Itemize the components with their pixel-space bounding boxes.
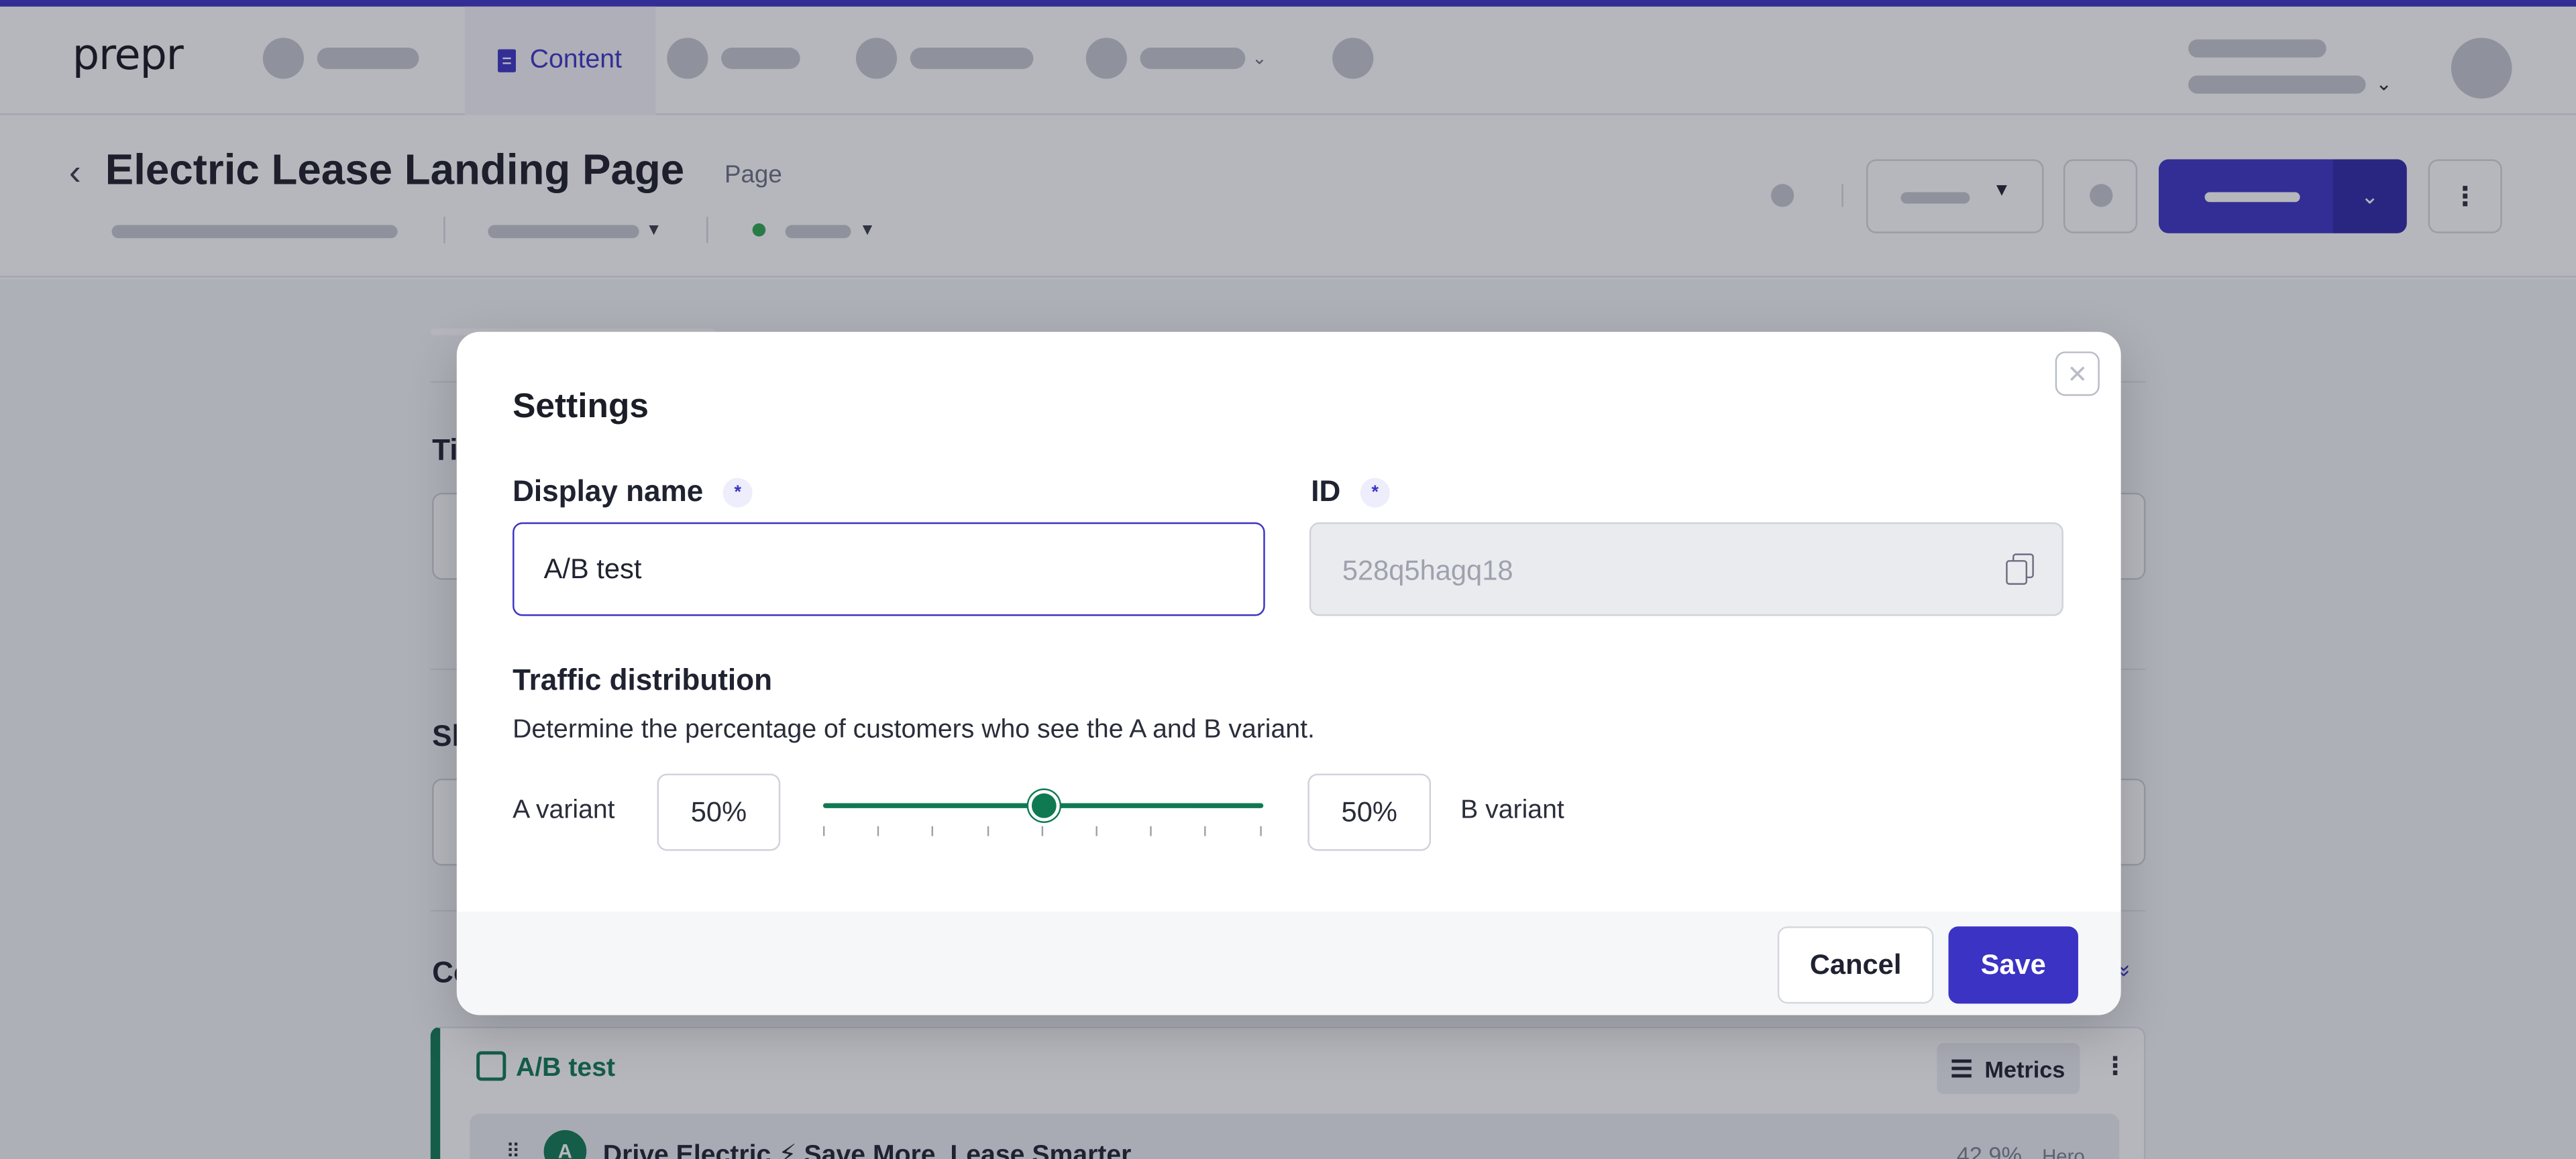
id-label: ID * [1311,475,1390,509]
slider-tick [1150,826,1152,836]
b-variant-label: B variant [1460,796,1564,825]
slider-tick [931,826,934,836]
a-variant-label: A variant [513,796,615,825]
close-icon[interactable]: ✕ [2055,351,2100,396]
display-name-input[interactable] [513,522,1265,616]
save-button[interactable]: Save [1948,926,2078,1004]
display-name-label-text: Display name [513,474,704,508]
slider-tick [1041,826,1044,836]
id-field[interactable]: 528q5hagq18 [1309,522,2063,616]
required-marker: * [1360,477,1390,507]
display-name-label: Display name * [513,475,753,509]
dialog-title: Settings [513,387,649,426]
cancel-button[interactable]: Cancel [1777,926,1934,1004]
dialog-footer: Cancel Save [456,912,2121,1015]
id-label-text: ID [1311,474,1341,508]
slider-tick [987,826,989,836]
a-variant-percentage-input[interactable]: 50% [657,773,781,851]
b-variant-percentage-input[interactable]: 50% [1307,773,1432,851]
required-marker: * [722,477,753,507]
app-screen: prepr Content ⌄ ⌄ ‹ Electric Lease Landi… [0,0,2576,1159]
id-value: 528q5hagq18 [1342,555,1513,587]
traffic-slider[interactable] [822,785,1265,844]
slider-tick [1204,826,1206,836]
slider-tick [877,826,879,836]
slider-tick [1260,826,1262,836]
slider-tick [1095,826,1097,836]
traffic-distribution-description: Determine the percentage of customers wh… [513,716,1315,744]
slider-tick [822,826,825,836]
traffic-distribution-title: Traffic distribution [513,663,773,697]
settings-dialog: ✕ Settings Display name * ID * 528q5hagq… [456,331,2121,1015]
slider-handle[interactable] [1027,789,1059,822]
copy-icon[interactable] [2006,553,2034,585]
